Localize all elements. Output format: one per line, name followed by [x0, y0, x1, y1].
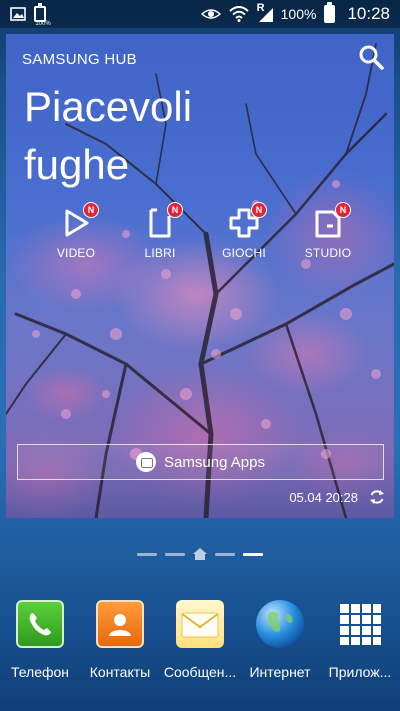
- hub-categories: N VIDEO N LIBRI N GIOCHI N STUDIO: [48, 202, 356, 260]
- phone-icon: [16, 600, 64, 648]
- category-video[interactable]: N VIDEO: [48, 202, 104, 260]
- headline-line-2: fughe: [24, 141, 130, 188]
- dock-label: Телефон: [10, 664, 70, 680]
- page-dot-active[interactable]: [243, 552, 263, 556]
- category-label: LIBRI: [144, 246, 176, 260]
- category-label: VIDEO: [56, 246, 96, 260]
- hub-title: SAMSUNG HUB: [22, 51, 137, 68]
- new-badge: N: [335, 202, 351, 218]
- app-dock: Телефон Контакты Сообщен... Интернет При…: [0, 600, 400, 680]
- dock-item-phone[interactable]: Телефон: [0, 600, 80, 680]
- page-indicator[interactable]: [0, 548, 400, 560]
- page-dot[interactable]: [165, 552, 185, 556]
- category-label: GIOCHI: [222, 246, 266, 260]
- refresh-icon[interactable]: [368, 488, 386, 506]
- category-games[interactable]: N GIOCHI: [216, 202, 272, 260]
- new-badge: N: [83, 202, 99, 218]
- headline-line-1: Piacevoli: [24, 83, 193, 130]
- message-envelope-icon: [176, 600, 224, 648]
- dock-item-messages[interactable]: Сообщен...: [160, 600, 240, 680]
- home-page-icon[interactable]: [193, 548, 207, 560]
- apps-grid-icon: [336, 600, 384, 648]
- battery-icon: [324, 2, 336, 23]
- search-icon[interactable]: [358, 44, 384, 70]
- dock-label: Прилож...: [328, 664, 392, 680]
- last-updated: 05.04 20:28: [289, 490, 358, 505]
- clock: 10:28: [347, 4, 390, 23]
- eye-smart-stay-icon: [200, 9, 221, 19]
- dock-label: Сообщен...: [163, 664, 237, 680]
- dock-item-apps[interactable]: Прилож...: [320, 600, 400, 680]
- gallery-icon: [10, 7, 26, 21]
- wifi-icon: [228, 6, 249, 22]
- mini-battery-label: 100%: [35, 21, 51, 27]
- samsung-hub-widget[interactable]: SAMSUNG HUB Piacevoli fughe N VIDEO N LI…: [6, 34, 394, 518]
- globe-icon: [256, 600, 304, 648]
- battery-percent: 100%: [280, 6, 317, 22]
- dock-item-internet[interactable]: Интернет: [240, 600, 320, 680]
- category-books[interactable]: N LIBRI: [132, 202, 188, 260]
- hub-headline[interactable]: Piacevoli fughe: [24, 78, 284, 194]
- shopping-bag-icon: [136, 452, 157, 472]
- battery-full-icon: 100%: [34, 3, 51, 27]
- contacts-icon: [96, 600, 144, 648]
- new-badge: N: [167, 202, 183, 218]
- page-dot[interactable]: [215, 552, 235, 556]
- status-bar[interactable]: 100% R 100% 10:28: [0, 0, 400, 28]
- dock-item-contacts[interactable]: Контакты: [80, 600, 160, 680]
- page-dot[interactable]: [137, 552, 157, 556]
- signal-roaming-icon: R: [257, 2, 273, 22]
- samsung-apps-button[interactable]: Samsung Apps: [17, 444, 384, 480]
- dock-label: Контакты: [89, 664, 151, 680]
- category-study[interactable]: N STUDIO: [300, 202, 356, 260]
- new-badge: N: [251, 202, 267, 218]
- dock-label: Интернет: [249, 664, 311, 680]
- category-label: STUDIO: [304, 246, 352, 260]
- samsung-apps-label: Samsung Apps: [164, 453, 265, 471]
